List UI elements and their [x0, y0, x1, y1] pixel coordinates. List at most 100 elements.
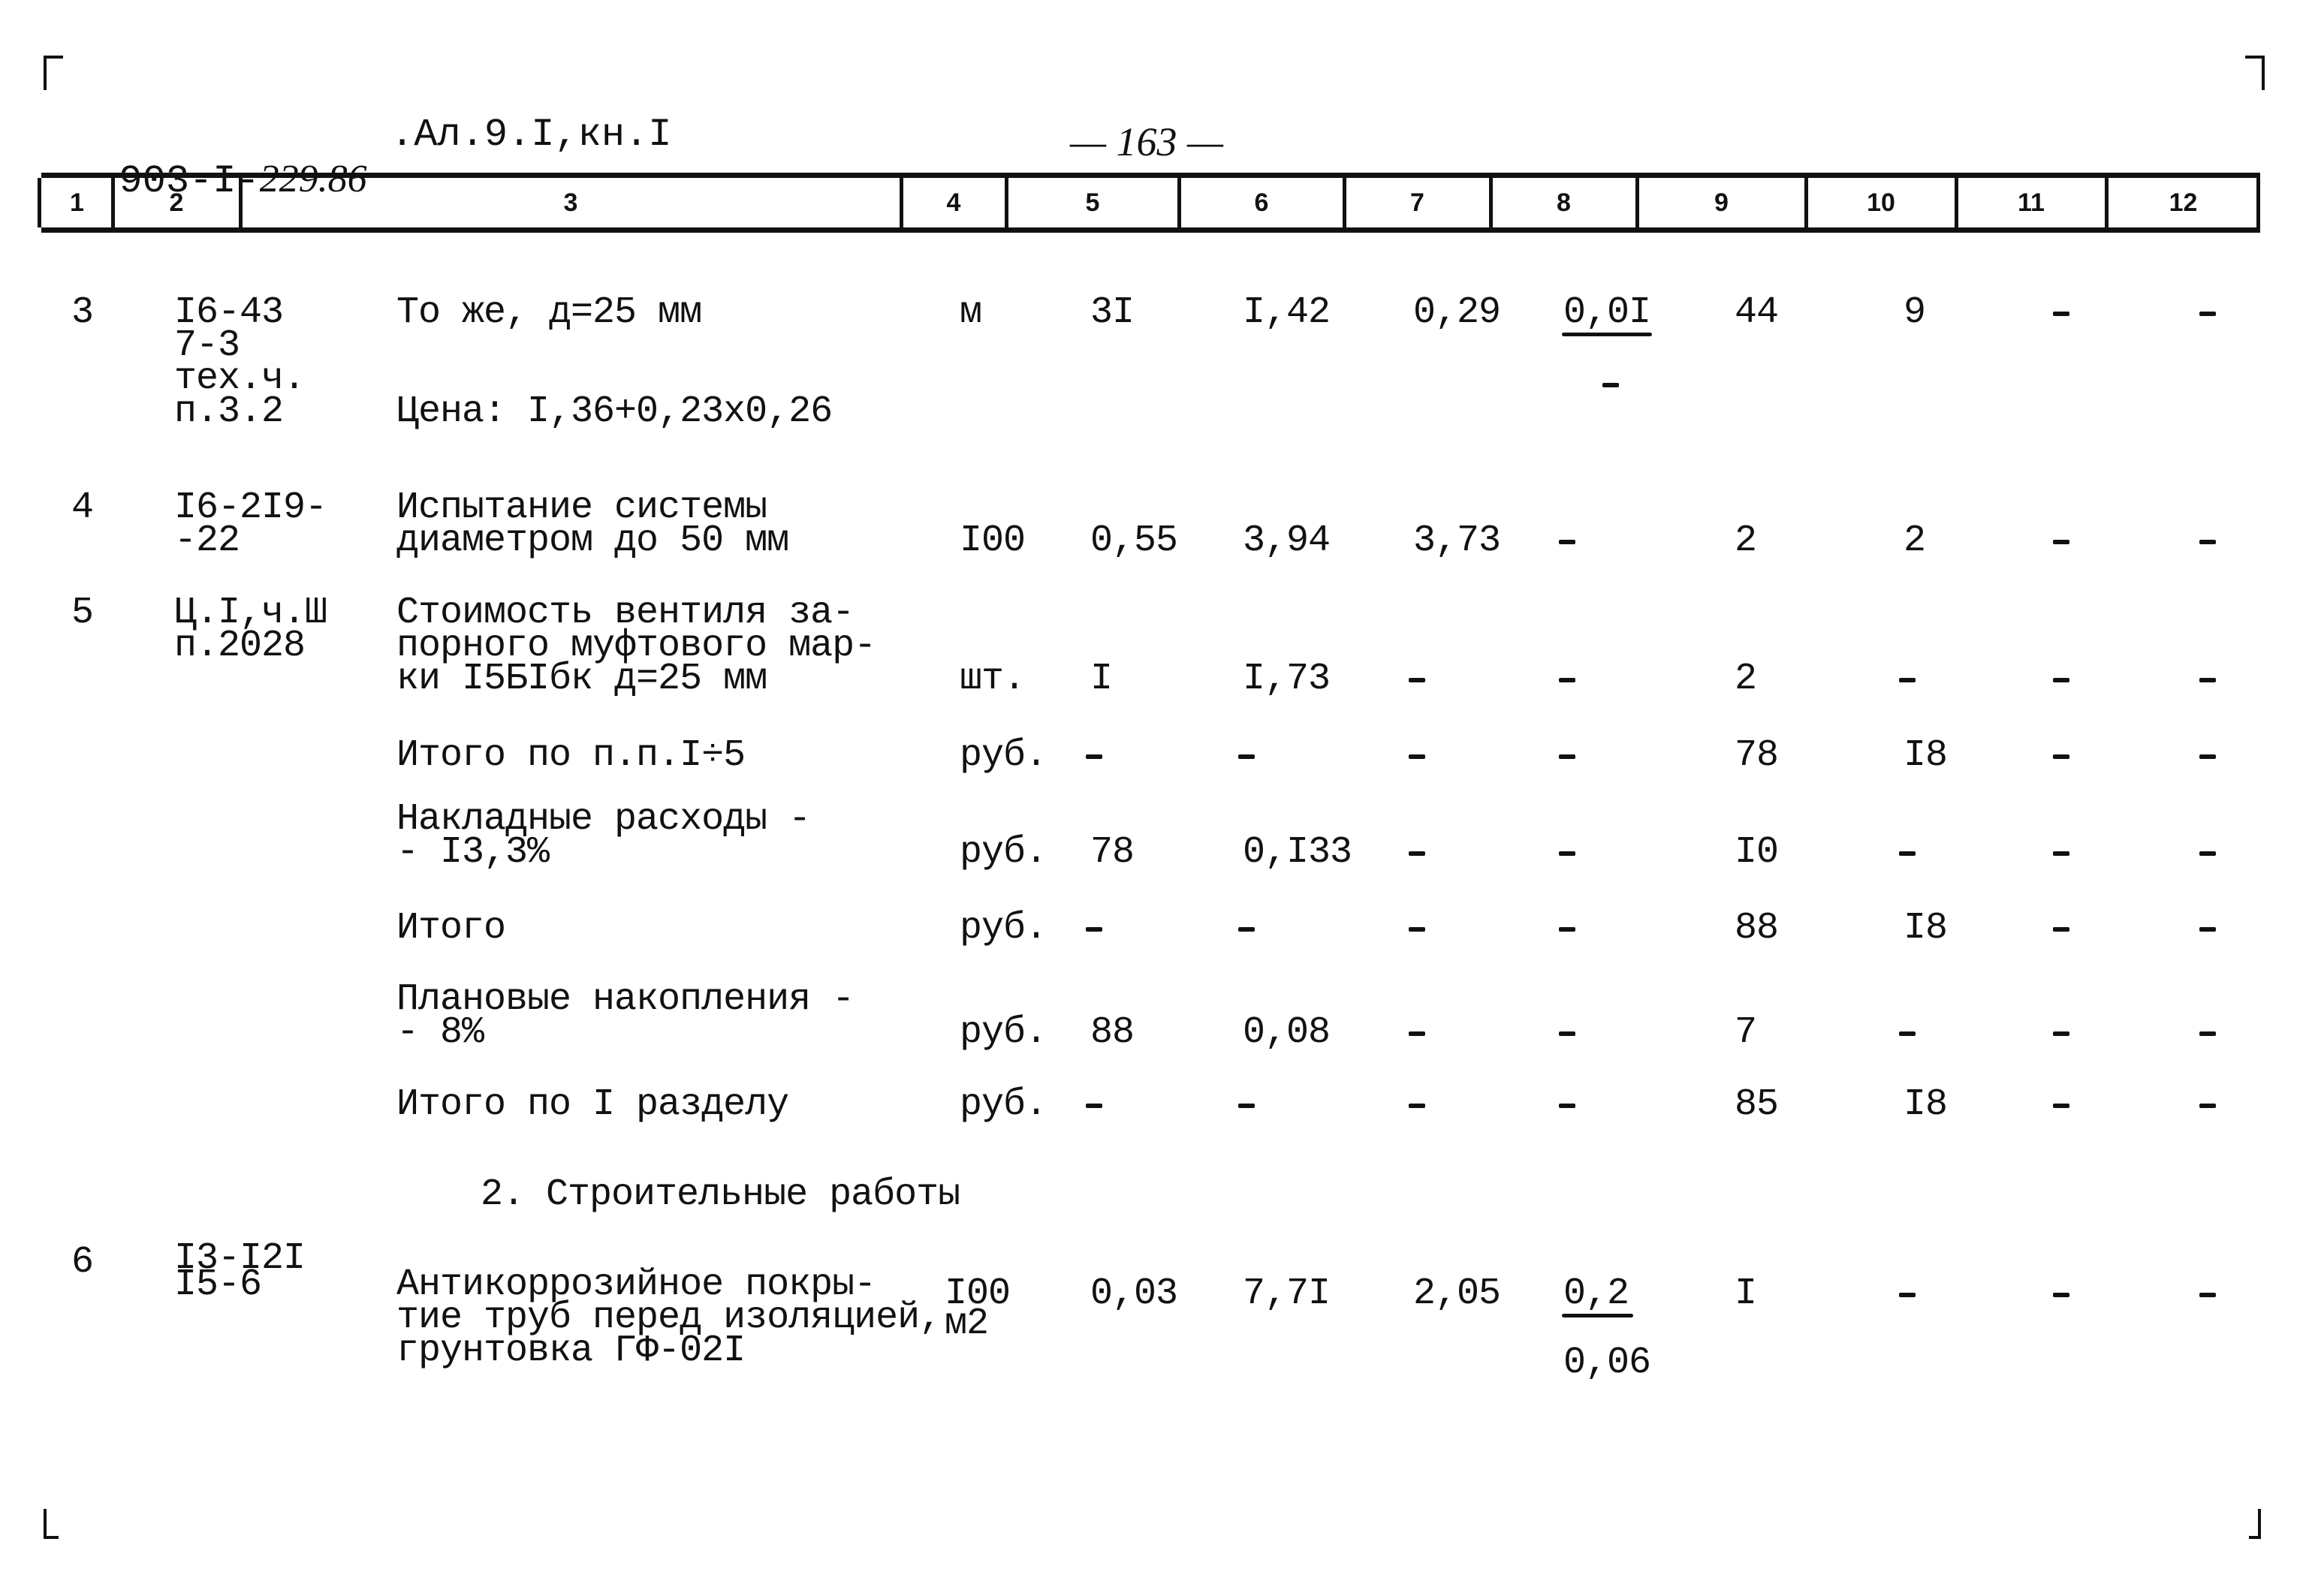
- summary-c8-empty-dash: -: [1559, 1031, 1575, 1036]
- summary-c11-empty-dash: -: [2053, 1031, 2069, 1036]
- summary-c6-empty-dash: -: [1238, 754, 1255, 759]
- column-header-1: 1: [70, 188, 84, 217]
- page-number: — 163 —: [1070, 119, 1224, 164]
- summary-c7-empty-dash: -: [1409, 1104, 1425, 1108]
- summary-unit: руб.: [960, 831, 1047, 874]
- row-number: 3: [71, 291, 94, 334]
- row-c11-empty-dash: -: [2053, 678, 2069, 682]
- row-c6: I,73: [1243, 658, 1331, 700]
- row-c8-empty-dash: -: [1559, 678, 1575, 682]
- column-divider: [239, 178, 243, 227]
- summary-c9: 88: [1735, 907, 1779, 950]
- row-description-line: диаметром до 50 мм: [396, 519, 789, 562]
- row-c11-empty-dash: -: [2053, 312, 2069, 316]
- document-reference: .Ал.9.I,кн.I: [390, 113, 672, 157]
- column-divider: [1635, 178, 1639, 227]
- row-c8-numerator: 0,2: [1563, 1272, 1629, 1315]
- row-c9: 44: [1735, 291, 1779, 334]
- row-c6: 7,7I: [1243, 1272, 1331, 1315]
- summary-c9: I0: [1735, 831, 1779, 874]
- row-number: 5: [71, 592, 94, 634]
- column-divider: [1955, 178, 1958, 227]
- summary-unit: руб.: [960, 907, 1047, 950]
- row-number: 6: [71, 1241, 94, 1284]
- summary-c9: 85: [1735, 1083, 1779, 1126]
- row-c5: 3I: [1090, 291, 1135, 334]
- summary-c5-empty-dash: -: [1086, 927, 1102, 932]
- summary-c10: I8: [1904, 734, 1948, 777]
- row-description-line: То же, д=25 мм: [396, 291, 702, 334]
- column-divider: [1005, 178, 1008, 227]
- row-c5: 0,55: [1090, 519, 1178, 562]
- summary-c5: 88: [1090, 1011, 1135, 1054]
- row-description-line: грунтовка ГФ-02I: [396, 1329, 746, 1372]
- row-c8-fraction-bar: [1562, 1314, 1633, 1317]
- column-divider: [111, 178, 115, 227]
- summary-description-line: Итого по I разделу: [396, 1083, 789, 1126]
- row-unit: м: [960, 291, 982, 334]
- summary-c10-empty-dash: -: [1899, 851, 1916, 856]
- summary-c7-empty-dash: -: [1409, 754, 1425, 759]
- summary-c8-empty-dash: -: [1559, 927, 1575, 932]
- summary-c12-empty-dash: -: [2199, 927, 2216, 932]
- summary-c10-empty-dash: -: [1899, 1031, 1916, 1036]
- summary-c12-empty-dash: -: [2199, 1104, 2216, 1108]
- summary-c12-empty-dash: -: [2199, 851, 2216, 856]
- summary-c6-empty-dash: -: [1238, 927, 1255, 932]
- column-divider: [1489, 178, 1493, 227]
- row-c12-empty-dash: -: [2199, 312, 2216, 316]
- column-header-6: 6: [1254, 188, 1269, 217]
- corner-mark-top-left: [44, 56, 63, 90]
- summary-c8-empty-dash: -: [1559, 1104, 1575, 1108]
- corner-mark-bottom-left: [44, 1509, 59, 1539]
- summary-c11-empty-dash: -: [2053, 927, 2069, 932]
- row-c11-empty-dash: -: [2053, 1293, 2069, 1297]
- summary-c9: 7: [1735, 1011, 1757, 1054]
- row-c10: 2: [1904, 519, 1926, 562]
- summary-c7-empty-dash: -: [1409, 927, 1425, 932]
- column-divider: [1804, 178, 1808, 227]
- row-unit-secondary: м2: [945, 1302, 989, 1345]
- row-c6: 3,94: [1243, 519, 1331, 562]
- summary-c7-empty-dash: -: [1409, 851, 1425, 856]
- column-header-9: 9: [1714, 188, 1729, 217]
- column-header-10: 10: [1867, 188, 1895, 217]
- row-c10: 9: [1904, 291, 1926, 334]
- row-c8-fraction-bar: [1562, 333, 1652, 336]
- row-c5: I: [1090, 658, 1113, 700]
- row-c11-empty-dash: -: [2053, 540, 2069, 544]
- section-title: 2. Строительные работы: [481, 1173, 960, 1216]
- corner-mark-top-right: [2245, 56, 2265, 90]
- summary-c12-empty-dash: -: [2199, 754, 2216, 759]
- summary-unit: руб.: [960, 1011, 1047, 1054]
- summary-c8-empty-dash: -: [1559, 754, 1575, 759]
- row-description-line: ки I5БIбк д=25 мм: [396, 658, 767, 700]
- summary-c6: 0,08: [1243, 1011, 1331, 1054]
- row-unit: шт.: [960, 658, 1026, 700]
- summary-c11-empty-dash: -: [2053, 754, 2069, 759]
- row-c12-empty-dash: -: [2199, 678, 2216, 682]
- row-price-note: Цена: I,36+0,23x0,26: [396, 390, 833, 433]
- column-header-5: 5: [1085, 188, 1100, 217]
- row-c8-denominator-empty-dash: -: [1602, 383, 1619, 387]
- summary-c9: 78: [1735, 734, 1779, 777]
- summary-c8-empty-dash: -: [1559, 851, 1575, 856]
- summary-c7-empty-dash: -: [1409, 1031, 1425, 1036]
- row-c7: 3,73: [1413, 519, 1501, 562]
- summary-c6-empty-dash: -: [1238, 1104, 1255, 1108]
- column-header-7: 7: [1410, 188, 1424, 217]
- column-header-11: 11: [2018, 188, 2045, 217]
- row-c7: 2,05: [1413, 1272, 1501, 1315]
- column-divider: [2105, 178, 2109, 227]
- summary-description-line: - 8%: [396, 1011, 484, 1054]
- row-c6: I,42: [1243, 291, 1331, 334]
- row-unit: I00: [960, 519, 1026, 562]
- column-divider: [900, 178, 903, 227]
- column-header-2: 2: [169, 188, 184, 217]
- column-header-12: 12: [2169, 188, 2198, 217]
- row-code-line: I5-6: [174, 1263, 262, 1306]
- row-c12-empty-dash: -: [2199, 540, 2216, 544]
- column-header-3: 3: [563, 188, 578, 217]
- corner-mark-bottom-right: [2249, 1509, 2261, 1539]
- row-c9: 2: [1735, 658, 1757, 700]
